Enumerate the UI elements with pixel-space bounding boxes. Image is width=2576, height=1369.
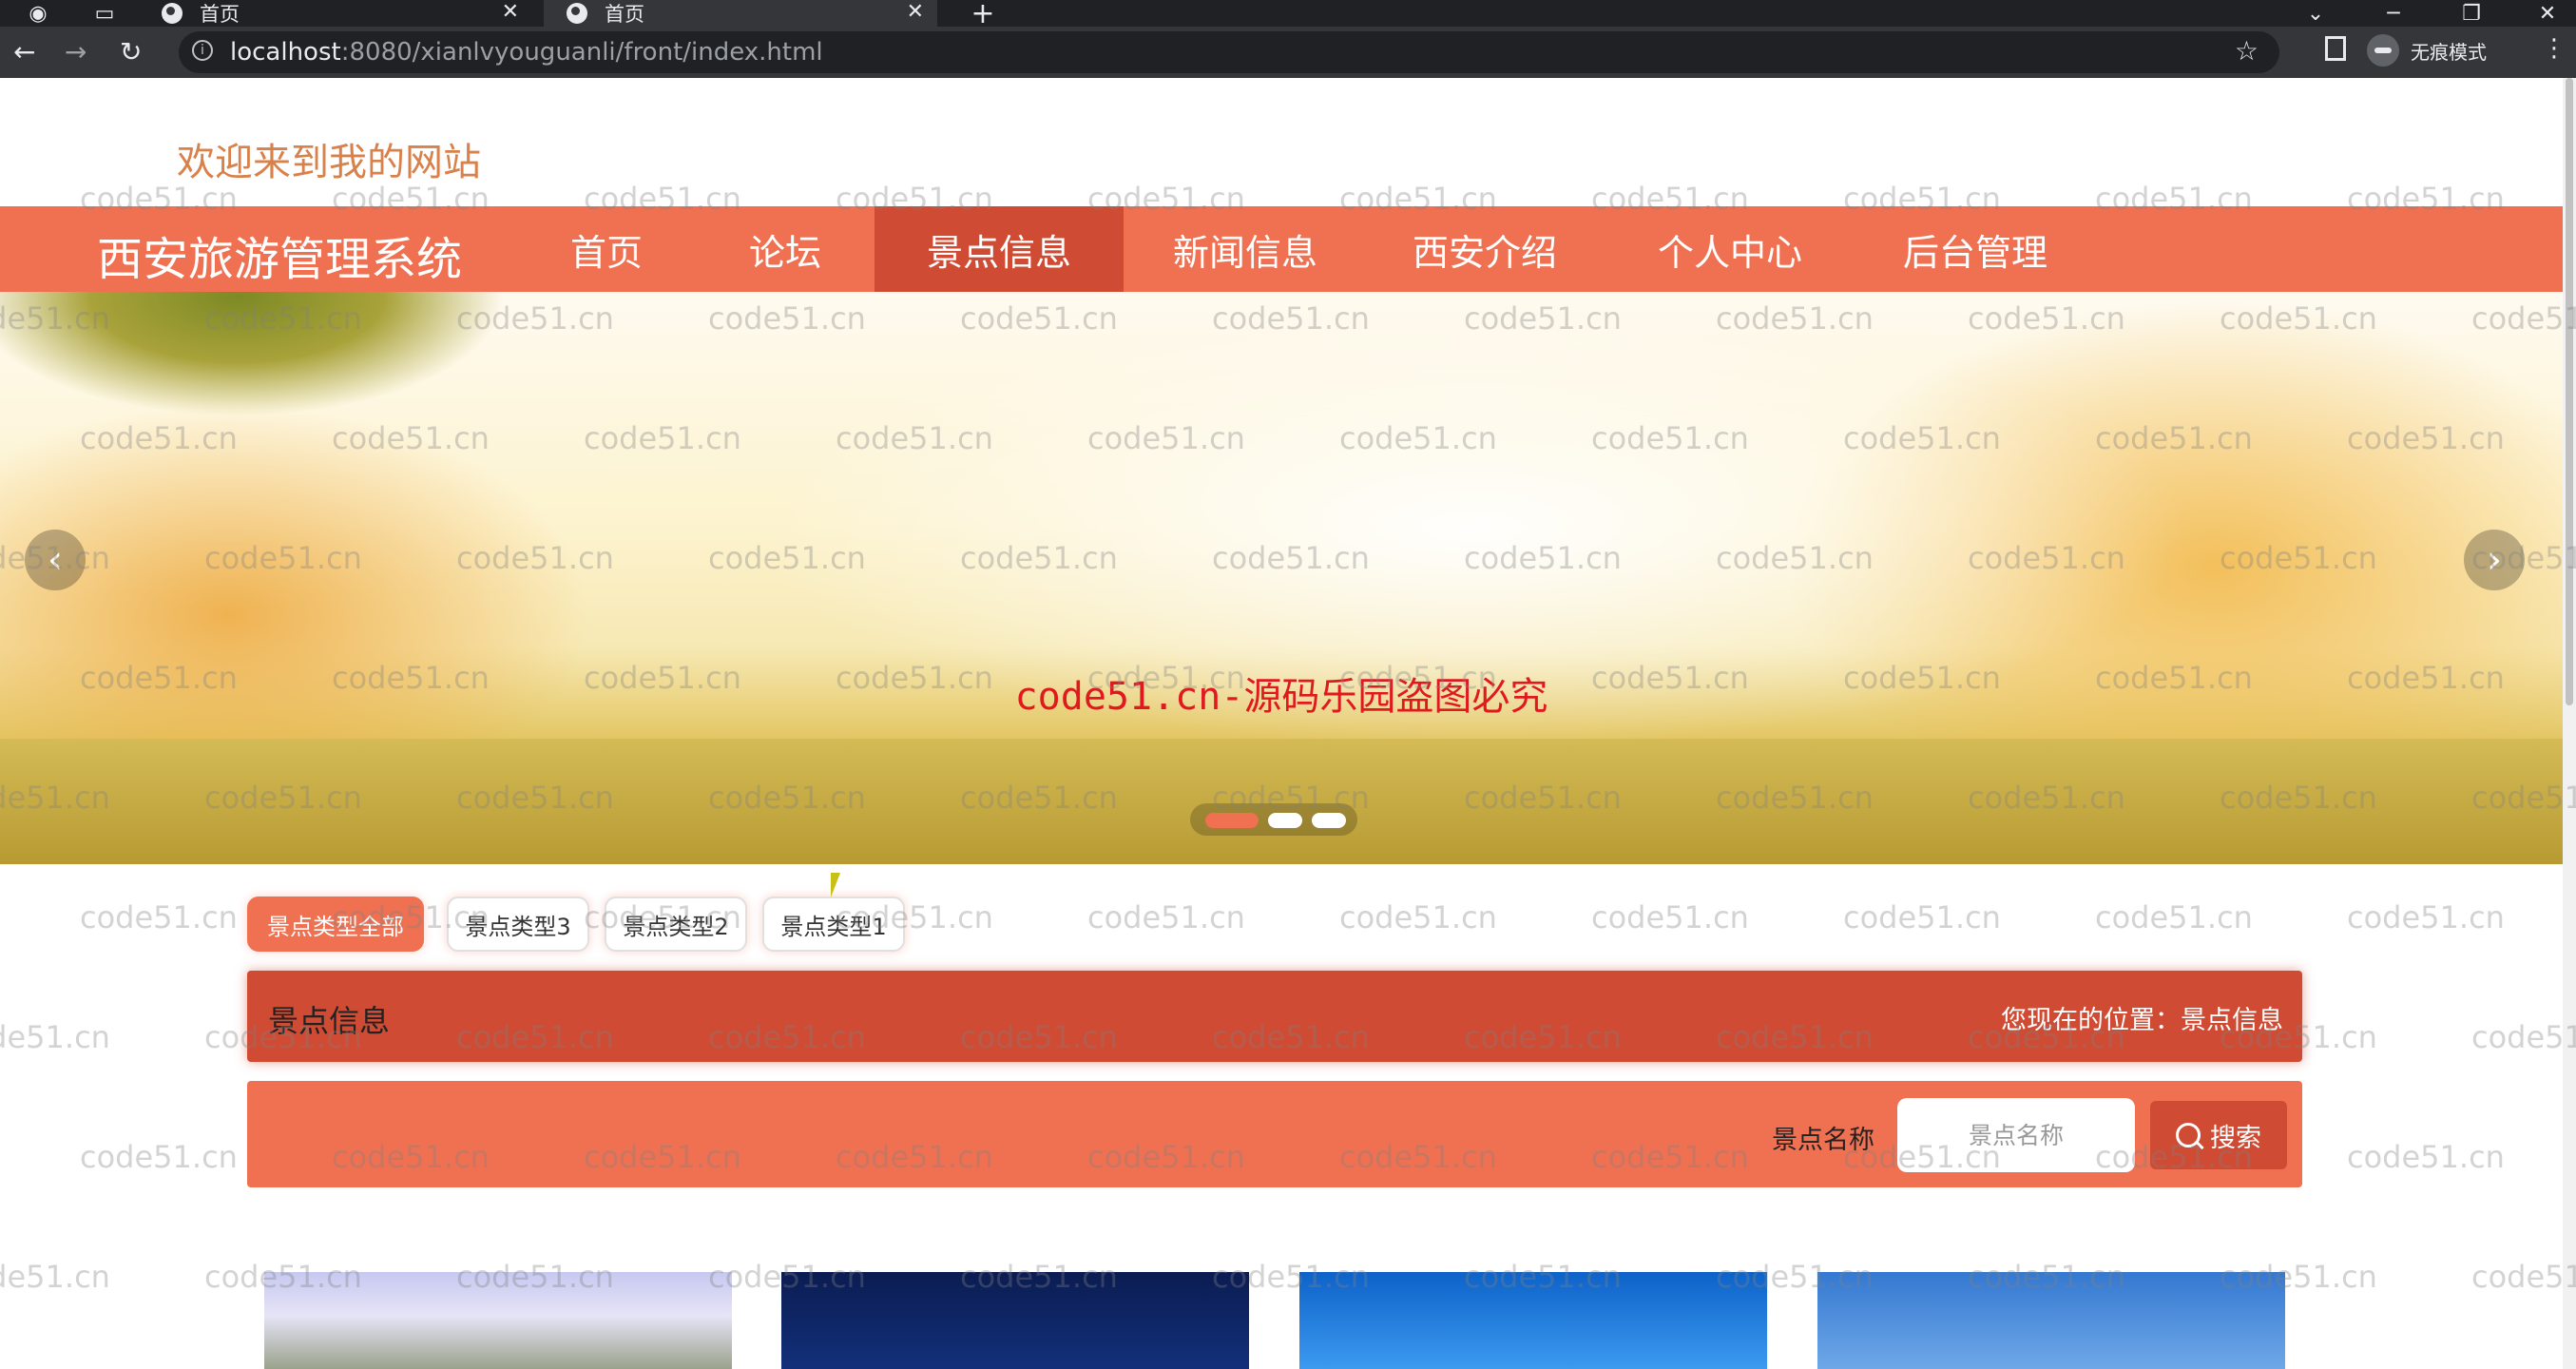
search-bar: 景点名称 搜索: [247, 1081, 2302, 1187]
restore-button[interactable]: ❐: [2454, 0, 2489, 27]
close-tab-icon[interactable]: ✕: [907, 0, 924, 24]
globe-icon: [162, 3, 183, 24]
welcome-text: 欢迎来到我的网站: [177, 141, 481, 184]
chrome-icon[interactable]: ◉: [21, 0, 55, 27]
browser-tab-2[interactable]: 首页 ✕: [544, 0, 937, 27]
main-nav: 西安旅游管理系统 首页 论坛 景点信息 新闻信息 西安介绍 个人中心 后台管理: [0, 206, 2563, 292]
site-info-icon[interactable]: i: [192, 40, 213, 61]
banner-caption: code51.cn-源码乐园盗图必究: [1014, 675, 1548, 719]
minimize-button[interactable]: ─: [2376, 0, 2411, 27]
tree-foliage: [0, 292, 504, 415]
nav-item-profile[interactable]: 个人中心: [1625, 206, 1835, 292]
browser-menu-icon[interactable]: ⋮: [2542, 34, 2566, 63]
reload-icon[interactable]: ↻: [120, 36, 142, 67]
close-tab-icon[interactable]: ✕: [502, 0, 519, 24]
tab-title: 首页: [605, 3, 644, 26]
browser-tab-strip: ◉ ▭ 首页 ✕ 首页 ✕ + ⌄ ─ ❐ ✕: [0, 0, 2576, 30]
carousel-dot[interactable]: [1268, 813, 1302, 828]
tab-search-icon[interactable]: ▭: [87, 0, 122, 27]
nav-item-xian-intro[interactable]: 西安介绍: [1380, 206, 1589, 292]
incognito-indicator[interactable]: 无痕模式: [2367, 34, 2487, 67]
type-filter-all[interactable]: 景点类型全部: [247, 897, 424, 952]
nav-item-attractions[interactable]: 景点信息: [875, 206, 1124, 292]
nav-item-admin[interactable]: 后台管理: [1871, 206, 2080, 292]
scrollbar-thumb[interactable]: [2566, 78, 2573, 705]
attraction-card-image[interactable]: [1299, 1272, 1767, 1369]
type-filter-3[interactable]: 景点类型3: [447, 897, 589, 952]
search-button-label: 搜索: [2210, 1123, 2261, 1153]
mouse-cursor-icon: [831, 873, 850, 897]
carousel-prev-arrow-icon[interactable]: ‹: [25, 530, 86, 590]
page-scrollbar[interactable]: [2563, 78, 2576, 1369]
incognito-label: 无痕模式: [2411, 40, 2487, 64]
carousel-indicators: [1190, 803, 1357, 836]
nav-item-forum[interactable]: 论坛: [705, 206, 865, 292]
carousel-dot[interactable]: [1205, 813, 1259, 828]
tab-title: 首页: [200, 3, 240, 26]
globe-icon: [567, 3, 587, 24]
close-window-button[interactable]: ✕: [2530, 0, 2565, 27]
browser-tab-1[interactable]: 首页 ✕: [139, 0, 532, 27]
forward-arrow-icon[interactable]: →: [65, 36, 87, 67]
search-label: 景点名称: [1772, 1126, 1874, 1155]
new-tab-button[interactable]: +: [966, 0, 1000, 30]
attraction-card-image[interactable]: [1817, 1272, 2285, 1369]
page-content: 欢迎来到我的网站 西安旅游管理系统 首页 论坛 景点信息 新闻信息 西安介绍 个…: [0, 78, 2563, 1369]
carousel-next-arrow-icon[interactable]: ›: [2464, 530, 2525, 590]
grass-field: [0, 739, 2563, 864]
nav-item-news[interactable]: 新闻信息: [1141, 206, 1350, 292]
bookmark-star-icon[interactable]: ☆: [2235, 35, 2259, 67]
breadcrumb: 您现在的位置：景点信息: [2001, 1006, 2283, 1035]
search-button[interactable]: 搜索: [2150, 1101, 2287, 1169]
side-panel-icon[interactable]: [2325, 36, 2346, 61]
attraction-card-image[interactable]: [264, 1272, 732, 1369]
address-bar[interactable]: i localhost:8080/xianlvyouguanli/front/i…: [179, 31, 2279, 73]
back-arrow-icon[interactable]: ←: [13, 36, 35, 67]
carousel-dot[interactable]: [1312, 813, 1346, 828]
incognito-icon: [2367, 34, 2399, 67]
browser-toolbar: ← → ↻ i localhost:8080/xianlvyouguanli/f…: [0, 27, 2576, 78]
attraction-card-image[interactable]: [781, 1272, 1249, 1369]
url-text[interactable]: localhost:8080/xianlvyouguanli/front/ind…: [230, 38, 823, 67]
search-icon: [2176, 1123, 2201, 1147]
hero-carousel[interactable]: ‹ ›: [0, 292, 2563, 864]
section-header: 景点信息 您现在的位置：景点信息: [247, 971, 2302, 1062]
attraction-name-input[interactable]: [1897, 1098, 2135, 1172]
type-filter-1[interactable]: 景点类型1: [762, 897, 905, 952]
type-filter-2[interactable]: 景点类型2: [605, 897, 747, 952]
tab-list-dropdown-icon[interactable]: ⌄: [2298, 0, 2333, 27]
nav-item-home[interactable]: 首页: [527, 206, 686, 292]
site-brand: 西安旅游管理系统: [97, 233, 463, 286]
section-title: 景点信息: [268, 1003, 391, 1039]
